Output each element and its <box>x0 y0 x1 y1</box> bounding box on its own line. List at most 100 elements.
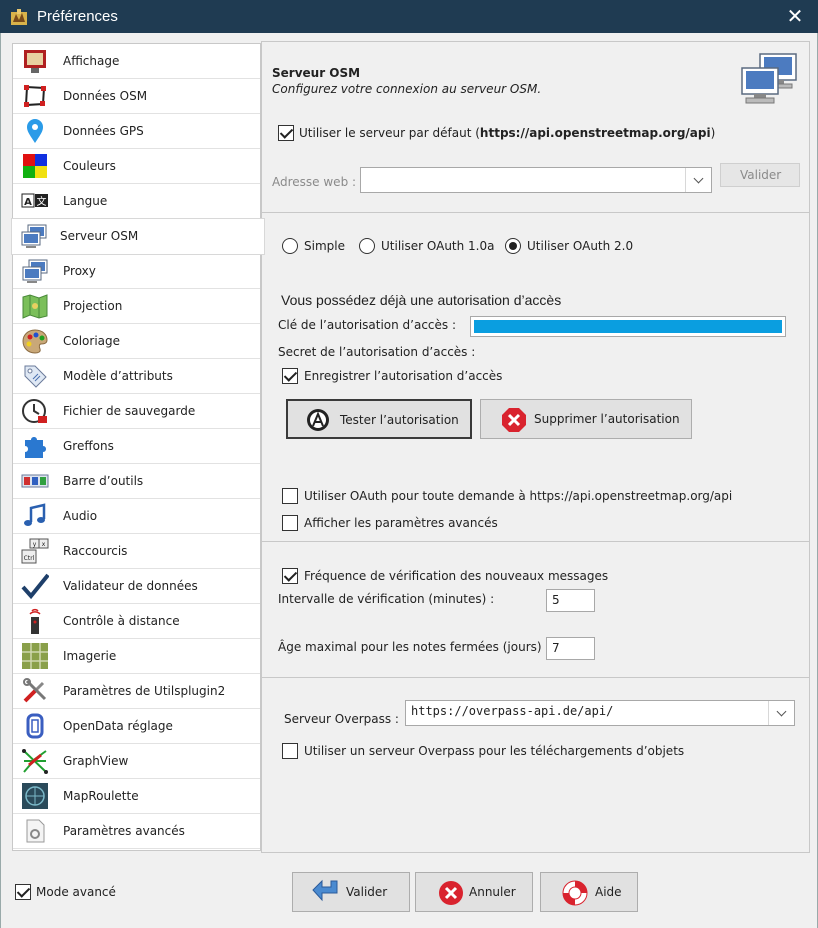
server-header-icon <box>741 53 797 104</box>
max-age-input[interactable]: 7 <box>546 637 595 660</box>
sidebar-item-langue[interactable]: A文 Langue <box>13 184 260 219</box>
svg-text:x: x <box>42 541 46 548</box>
svg-text:y: y <box>33 541 37 548</box>
cancel-x-icon <box>439 881 463 905</box>
divider <box>262 212 809 213</box>
sidebar-item-validateur[interactable]: Validateur de données <box>13 569 260 604</box>
use-oauth-all-label: Utiliser OAuth pour toute demande à http… <box>304 489 733 503</box>
web-address-combo[interactable] <box>360 167 712 193</box>
validate-arrow-icon <box>312 879 338 902</box>
server-icon <box>21 224 47 248</box>
svg-text:A: A <box>24 197 32 208</box>
tag-icon <box>24 365 47 388</box>
sidebar-item-barre-outils[interactable]: Barre d’outils <box>13 464 260 499</box>
auth-oauth1-radio[interactable] <box>359 238 375 254</box>
token-key-field[interactable] <box>470 316 786 337</box>
sidebar-item-graphview[interactable]: GraphView <box>13 744 260 779</box>
sidebar-item-serveur-osm[interactable]: Serveur OSM <box>12 219 264 254</box>
token-key-fill <box>474 320 782 333</box>
sidebar-item-greffons[interactable]: Greffons <box>13 429 260 464</box>
chevron-down-icon[interactable] <box>685 168 711 192</box>
message-check-checkbox[interactable] <box>282 568 298 584</box>
palette-icon <box>22 329 48 354</box>
auth-simple-radio[interactable] <box>282 238 298 254</box>
sidebar-item-proxy[interactable]: Proxy <box>13 254 260 289</box>
backup-clock-icon <box>22 399 47 423</box>
save-token-label: Enregistrer l’autorisation d’accès <box>304 369 503 383</box>
overpass-use-checkbox[interactable] <box>282 743 298 759</box>
sidebar-item-modele-attributs[interactable]: Modèle d’attributs <box>13 359 260 394</box>
auth-oauth2-label: Utiliser OAuth 2.0 <box>527 239 634 253</box>
auth-oauth1-label: Utiliser OAuth 1.0a <box>381 239 495 253</box>
osm-server-panel: Serveur OSM Configurez votre connexion a… <box>261 41 810 853</box>
map-projection-icon <box>22 294 48 319</box>
token-key-label: Clé de l’autorisation d’accès : <box>278 318 457 332</box>
gps-pin-icon <box>27 119 43 143</box>
sidebar-item-fichier-sauvegarde[interactable]: Fichier de sauvegarde <box>13 394 260 429</box>
preferences-sidebar: Affichage Données OSM Données GPS Couleu… <box>12 43 264 851</box>
maproulette-icon <box>22 783 48 809</box>
preferences-window: Affichage Données OSM Données GPS Couleu… <box>0 33 818 928</box>
cancel-button[interactable]: Annuler <box>415 872 533 912</box>
interval-input[interactable]: 5 <box>546 589 595 612</box>
chevron-down-icon[interactable] <box>768 701 794 725</box>
close-button[interactable]: ✕ <box>772 0 818 33</box>
show-advanced-checkbox[interactable] <box>282 515 298 531</box>
sidebar-item-maproulette[interactable]: MapRoulette <box>13 779 260 814</box>
sidebar-item-parametres-avances[interactable]: Paramètres avancés <box>13 814 260 849</box>
save-token-checkbox[interactable] <box>282 368 298 384</box>
sidebar-item-audio[interactable]: Audio <box>13 499 260 534</box>
sidebar-item-controle-distance[interactable]: Contrôle à distance <box>13 604 260 639</box>
use-default-server-label: Utiliser le serveur par défaut (https://… <box>299 126 716 140</box>
sidebar-item-raccourcis[interactable]: Ctrl y x Raccourcis <box>13 534 260 569</box>
title-bar: Préférences ✕ <box>0 0 818 33</box>
osm-data-icon <box>24 85 46 107</box>
language-icon: A文 <box>21 193 48 208</box>
sidebar-item-projection[interactable]: Projection <box>13 289 260 324</box>
lifebuoy-help-icon <box>562 880 588 906</box>
token-secret-label: Secret de l’autorisation d’accès : <box>278 345 476 359</box>
test-auth-button[interactable]: Tester l’autorisation <box>286 399 472 439</box>
keyboard-shortcut-icon: Ctrl y x <box>21 538 49 564</box>
sidebar-item-affichage[interactable]: Affichage <box>13 44 260 79</box>
help-button[interactable]: Aide <box>540 872 638 912</box>
svg-text:文: 文 <box>37 195 47 208</box>
auth-oauth2-radio[interactable] <box>505 238 521 254</box>
expert-mode-checkbox[interactable] <box>15 884 31 900</box>
delete-x-icon <box>502 408 526 432</box>
music-note-icon <box>24 503 46 526</box>
sidebar-item-coloriage[interactable]: Coloriage <box>13 324 260 359</box>
interval-label: Intervalle de vérification (minutes) : <box>278 592 495 606</box>
use-oauth-all-checkbox[interactable] <box>282 488 298 504</box>
sidebar-item-donnees-osm[interactable]: Données OSM <box>13 79 260 114</box>
use-default-server-checkbox[interactable] <box>278 125 294 141</box>
svg-text:Ctrl: Ctrl <box>24 555 35 562</box>
auth-simple-label: Simple <box>304 239 345 253</box>
overpass-server-combo[interactable]: https://overpass-api.de/api/ <box>405 700 795 726</box>
josm-app-icon <box>11 9 27 25</box>
ok-button[interactable]: Valider <box>292 872 410 912</box>
validate-url-button[interactable]: Valider <box>720 163 800 187</box>
sidebar-item-couleurs[interactable]: Couleurs <box>13 149 260 184</box>
panel-title: Serveur OSM <box>272 66 361 80</box>
display-icon <box>24 50 46 73</box>
divider <box>262 677 809 678</box>
have-token-heading: Vous possédez déjà une autorisation d’ac… <box>281 292 562 308</box>
delete-auth-button[interactable]: Supprimer l’autorisation <box>480 399 692 439</box>
graphview-icon <box>22 749 48 774</box>
oauth-test-icon <box>307 409 329 431</box>
panel-subtitle: Configurez votre connexion au serveur OS… <box>272 82 542 96</box>
overpass-label: Serveur Overpass : <box>284 712 399 726</box>
advanced-settings-icon <box>26 819 45 843</box>
checkmark-icon <box>21 573 49 600</box>
message-check-label: Fréquence de vérification des nouveaux m… <box>304 569 609 583</box>
sidebar-item-utilsplugin2[interactable]: Paramètres de Utilsplugin2 <box>13 674 260 709</box>
sidebar-item-opendata[interactable]: OpenData réglage <box>13 709 260 744</box>
expert-mode-label: Mode avancé <box>36 885 116 899</box>
tools-icon <box>23 678 47 703</box>
proxy-icon <box>22 259 48 283</box>
sidebar-item-imagerie[interactable]: Imagerie <box>13 639 260 674</box>
window-title: Préférences <box>37 8 118 25</box>
colors-icon <box>23 154 47 178</box>
sidebar-item-donnees-gps[interactable]: Données GPS <box>13 114 260 149</box>
